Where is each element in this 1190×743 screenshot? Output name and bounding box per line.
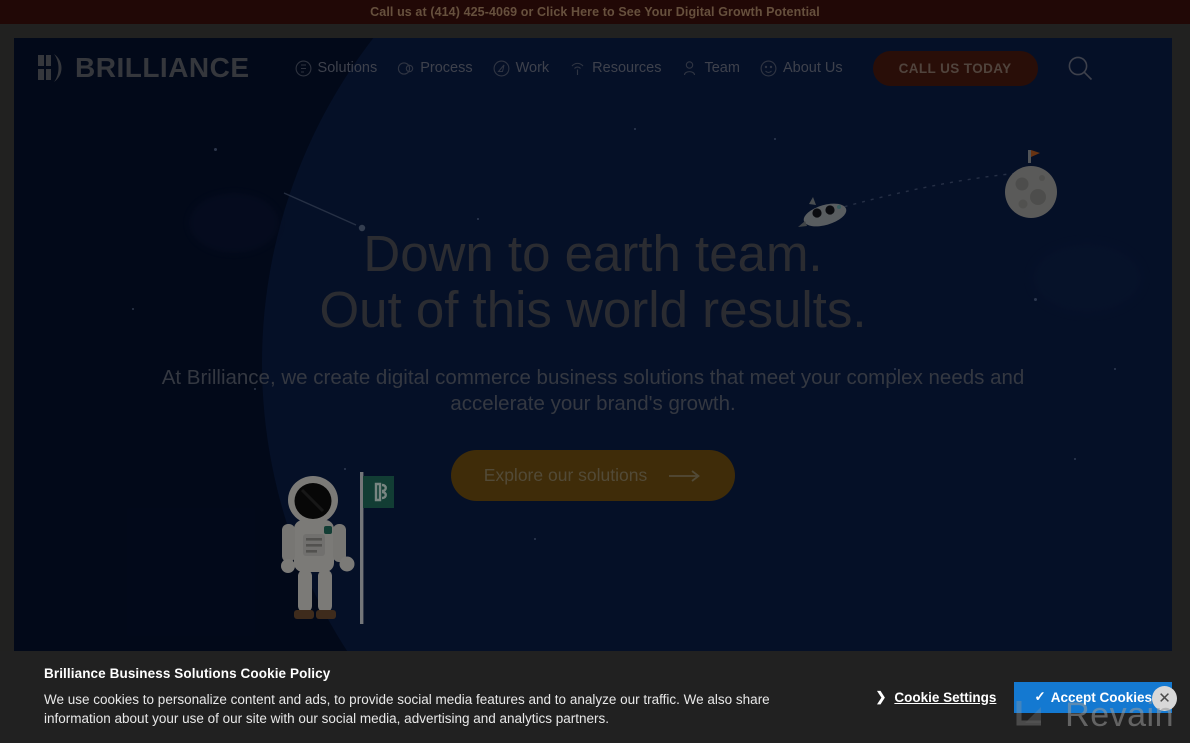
solutions-circle-icon: [295, 60, 311, 76]
brilliance-b-mark-icon: [38, 54, 62, 82]
main-nav: Solutions Process Work Resources Team Ab…: [295, 60, 843, 77]
accept-cookies-button[interactable]: ✓ Accept Cookies: [1014, 681, 1172, 713]
page-root: Call us at (414) 425-4069 or Click Here …: [0, 0, 1190, 743]
site-frame: BRILLIANCE Solutions Process Work Resour…: [14, 38, 1172, 651]
promo-banner-text[interactable]: Call us at (414) 425-4069 or Click Here …: [370, 5, 820, 19]
hero-title-line-1: Down to earth team.: [363, 225, 823, 282]
nav-label-about-us: About Us: [782, 60, 843, 76]
call-us-today-button[interactable]: CALL US TODAY: [872, 50, 1038, 86]
nav-item-work[interactable]: Work: [493, 60, 550, 77]
nav-label-team: Team: [704, 60, 740, 76]
cookie-actions: ❯ Cookie Settings ✓ Accept Cookies: [875, 681, 1190, 713]
logo-text: BRILLIANCE: [75, 52, 250, 83]
nav-item-about-us[interactable]: About Us: [760, 60, 843, 77]
cookie-text-block: Brilliance Business Solutions Cookie Pol…: [0, 666, 800, 728]
close-cookie-bar-button[interactable]: ✕: [1152, 686, 1177, 711]
cookie-policy-title: Brilliance Business Solutions Cookie Pol…: [44, 666, 331, 681]
promo-banner[interactable]: Call us at (414) 425-4069 or Click Here …: [0, 0, 1190, 24]
accept-check-icon: ✓: [1034, 689, 1046, 704]
hero-title: Down to earth team. Out of this world re…: [14, 226, 1172, 338]
resources-antenna-icon: [571, 62, 584, 75]
nav-item-solutions[interactable]: Solutions: [295, 60, 378, 77]
chevron-right-icon: ❯: [875, 689, 887, 704]
work-circle-icon: [493, 60, 510, 76]
cookie-body-line-1: We use cookies to personalize content an…: [44, 692, 733, 707]
nav-label-work: Work: [515, 60, 550, 76]
nav-item-process[interactable]: Process: [397, 60, 473, 77]
nav-item-resources[interactable]: Resources: [569, 60, 661, 77]
hero-subtitle: At Brilliance, we create digital commerc…: [161, 366, 1025, 415]
nav-item-team[interactable]: Team: [681, 60, 740, 77]
cookie-policy-body: We use cookies to personalize content an…: [44, 690, 800, 728]
nav-label-process: Process: [420, 60, 473, 76]
hero-section: Down to earth team. Out of this world re…: [14, 98, 1172, 501]
hero-title-line-2: Out of this world results.: [319, 281, 867, 338]
cookie-settings-label: Cookie Settings: [894, 689, 997, 705]
process-circle-icon: [398, 61, 414, 75]
search-icon: [1068, 56, 1093, 80]
search-button[interactable]: [1066, 53, 1096, 83]
nav-label-solutions: Solutions: [317, 60, 378, 76]
team-person-icon: [684, 60, 696, 75]
explore-solutions-button[interactable]: Explore our solutions: [450, 450, 736, 501]
arrow-right-icon: [669, 469, 701, 482]
accept-cookies-label: Accept Cookies: [1050, 689, 1152, 705]
about-us-circle-icon: [760, 60, 777, 76]
cookie-consent-bar: Brilliance Business Solutions Cookie Pol…: [0, 651, 1190, 743]
explore-solutions-label: Explore our solutions: [483, 465, 648, 485]
hero-cta-wrapper: Explore our solutions: [14, 450, 1172, 501]
site-header: BRILLIANCE Solutions Process Work Resour…: [14, 38, 1172, 98]
cookie-settings-button[interactable]: ❯ Cookie Settings: [875, 689, 996, 705]
nav-label-resources: Resources: [592, 60, 662, 76]
logo[interactable]: BRILLIANCE: [38, 52, 250, 84]
